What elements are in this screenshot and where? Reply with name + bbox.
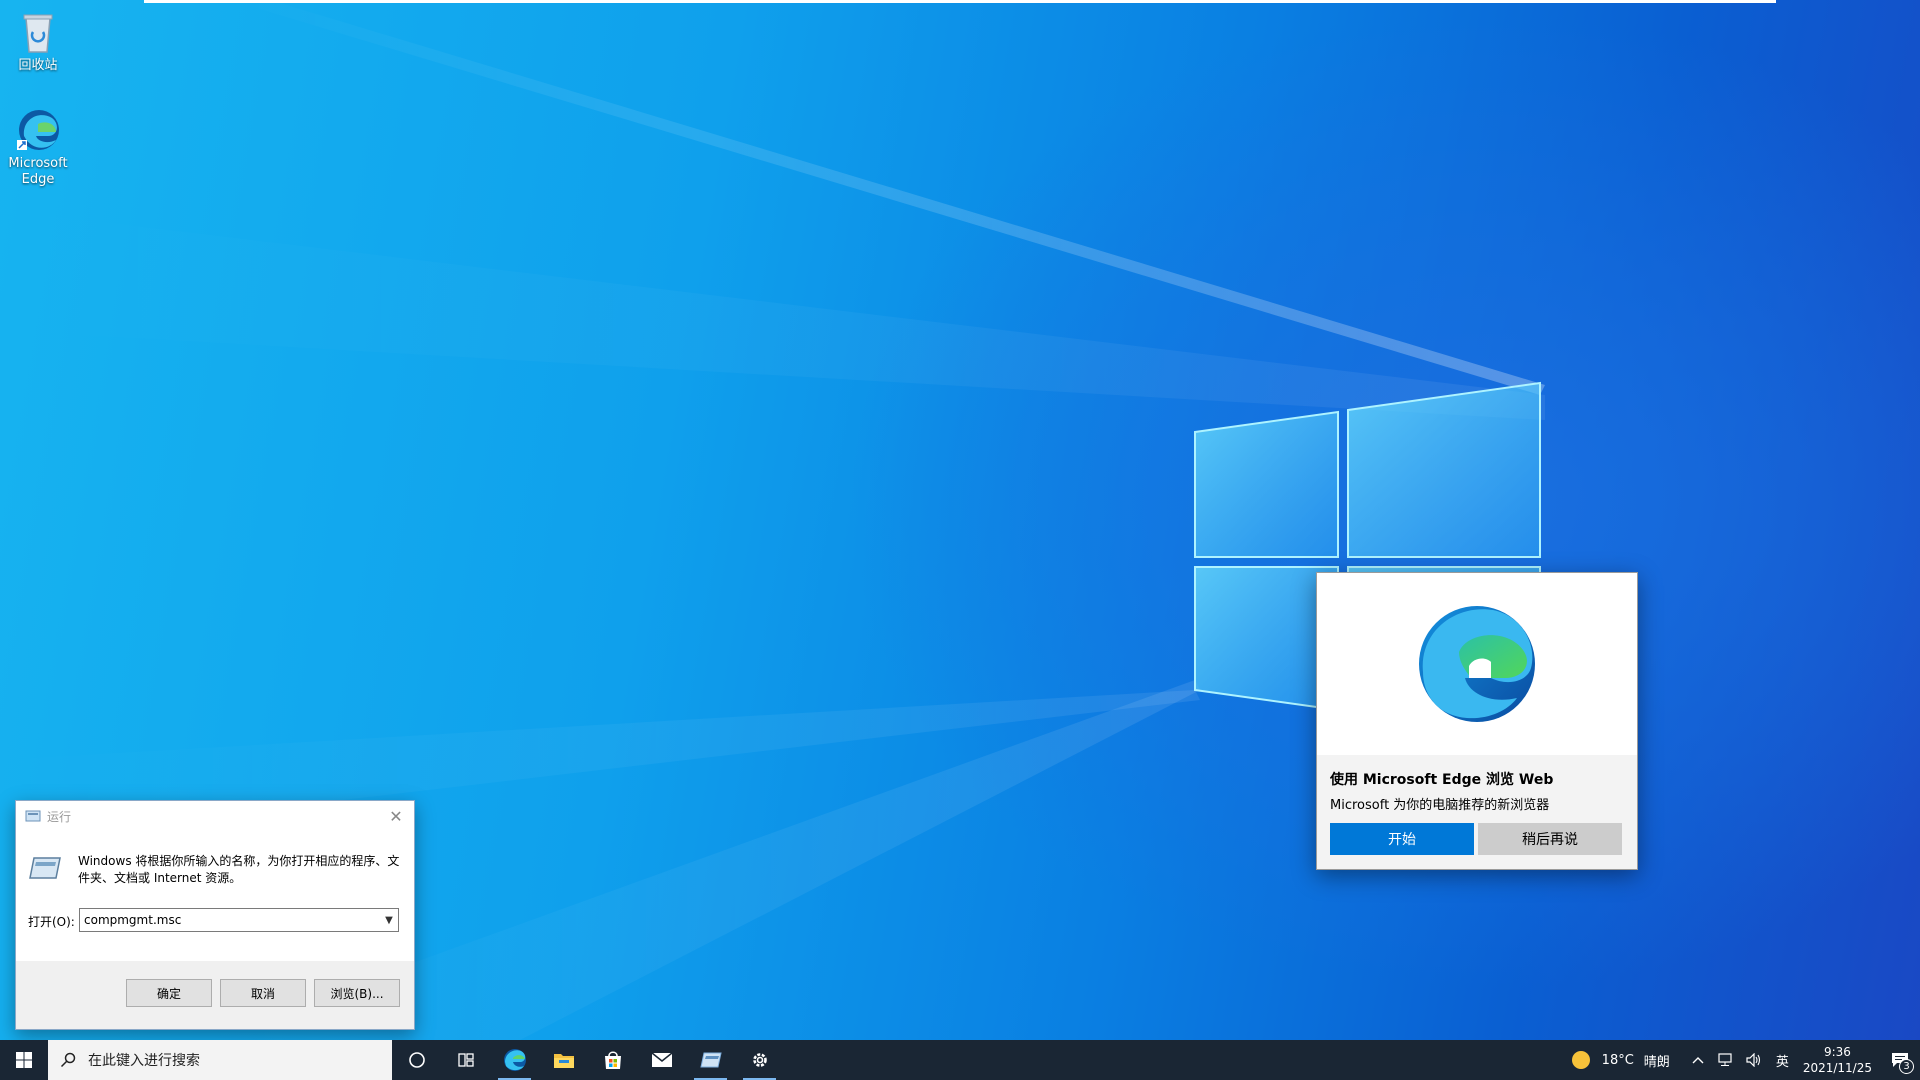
- open-input[interactable]: compmgmt.msc: [80, 913, 380, 927]
- top-edge-line: [144, 0, 1776, 3]
- chevron-down-icon[interactable]: ▼: [380, 915, 398, 926]
- ok-button[interactable]: 确定: [126, 979, 212, 1007]
- network-icon[interactable]: [1718, 1053, 1734, 1067]
- edge-icon: [1419, 606, 1535, 722]
- volume-icon[interactable]: [1746, 1053, 1762, 1067]
- ime-indicator[interactable]: 英: [1776, 1051, 1789, 1070]
- cortana-icon[interactable]: [392, 1040, 441, 1080]
- system-tray: 18°C 晴朗 英 9:36 2021/11/25 3: [1571, 1040, 1920, 1080]
- chevron-up-icon[interactable]: [1692, 1056, 1704, 1064]
- taskbar: 在此键入进行搜索 18°C 晴朗 英 9:36 2021/11/25 3: [0, 1040, 1920, 1080]
- run-dialog-title: 运行: [47, 809, 72, 824]
- run-dialog-titlebar[interactable]: 运行 ✕: [16, 801, 414, 831]
- sun-icon: [1571, 1051, 1590, 1069]
- edge-icon: [14, 106, 62, 154]
- taskbar-search-box[interactable]: 在此键入进行搜索: [48, 1040, 392, 1080]
- edge-promo-toast: 使用 Microsoft Edge 浏览 Web Microsoft 为你的电脑…: [1316, 572, 1638, 870]
- cancel-button[interactable]: 取消: [220, 979, 306, 1007]
- store-icon[interactable]: [588, 1040, 637, 1080]
- run-icon: [25, 810, 41, 822]
- file-explorer-icon[interactable]: [539, 1040, 588, 1080]
- search-placeholder: 在此键入进行搜索: [88, 1053, 200, 1069]
- toast-subtitle: Microsoft 为你的电脑推荐的新浏览器: [1330, 798, 1550, 813]
- open-combobox[interactable]: compmgmt.msc ▼: [79, 908, 399, 932]
- desktop-icon-label: Microsoft Edge: [8, 156, 68, 187]
- weather-temp: 18°C: [1601, 1052, 1634, 1068]
- edge-icon[interactable]: [490, 1040, 539, 1080]
- clock-time: 9:36: [1823, 1045, 1851, 1059]
- desktop-icon-edge[interactable]: Microsoft Edge: [0, 106, 76, 188]
- clock-date: 2021/11/25: [1802, 1061, 1872, 1075]
- search-icon: [48, 1052, 88, 1068]
- run-icon[interactable]: [686, 1040, 735, 1080]
- run-large-icon: [28, 855, 62, 881]
- settings-icon[interactable]: [735, 1040, 784, 1080]
- desktop-icon-recycle-bin[interactable]: 回收站: [0, 8, 76, 74]
- windows-start-icon: [16, 1052, 32, 1068]
- run-dialog-body: Windows 将根据你所输入的名称，为你打开相应的程序、文件夹、文档或 Int…: [16, 831, 414, 961]
- notification-center-icon[interactable]: 3: [1880, 1052, 1920, 1074]
- clock[interactable]: 9:36 2021/11/25: [1803, 1044, 1872, 1076]
- weather-condition: 晴朗: [1643, 1054, 1670, 1070]
- run-dialog: 运行 ✕ Windows 将根据你所输入的名称，为你打开相应的程序、文件夹、文档…: [15, 800, 415, 1030]
- later-button[interactable]: 稍后再说: [1478, 823, 1622, 855]
- start-button[interactable]: 开始: [1330, 823, 1474, 855]
- run-dialog-description: Windows 将根据你所输入的名称，为你打开相应的程序、文件夹、文档或 Int…: [78, 854, 400, 885]
- edge-logo-hero: [1317, 573, 1637, 755]
- mail-icon[interactable]: [637, 1040, 686, 1080]
- notification-count-badge: 3: [1899, 1059, 1914, 1074]
- desktop-icon-label: 回收站: [18, 58, 58, 73]
- close-icon[interactable]: ✕: [378, 801, 414, 831]
- start-button-windows[interactable]: [0, 1040, 48, 1080]
- recycle-bin-icon: [14, 8, 62, 56]
- browse-button[interactable]: 浏览(B)...: [314, 979, 400, 1007]
- weather-widget[interactable]: 18°C 晴朗: [1571, 1051, 1670, 1070]
- open-label: 打开(O):: [28, 915, 75, 929]
- task-view-icon[interactable]: [441, 1040, 490, 1080]
- toast-title: 使用 Microsoft Edge 浏览 Web: [1330, 772, 1554, 788]
